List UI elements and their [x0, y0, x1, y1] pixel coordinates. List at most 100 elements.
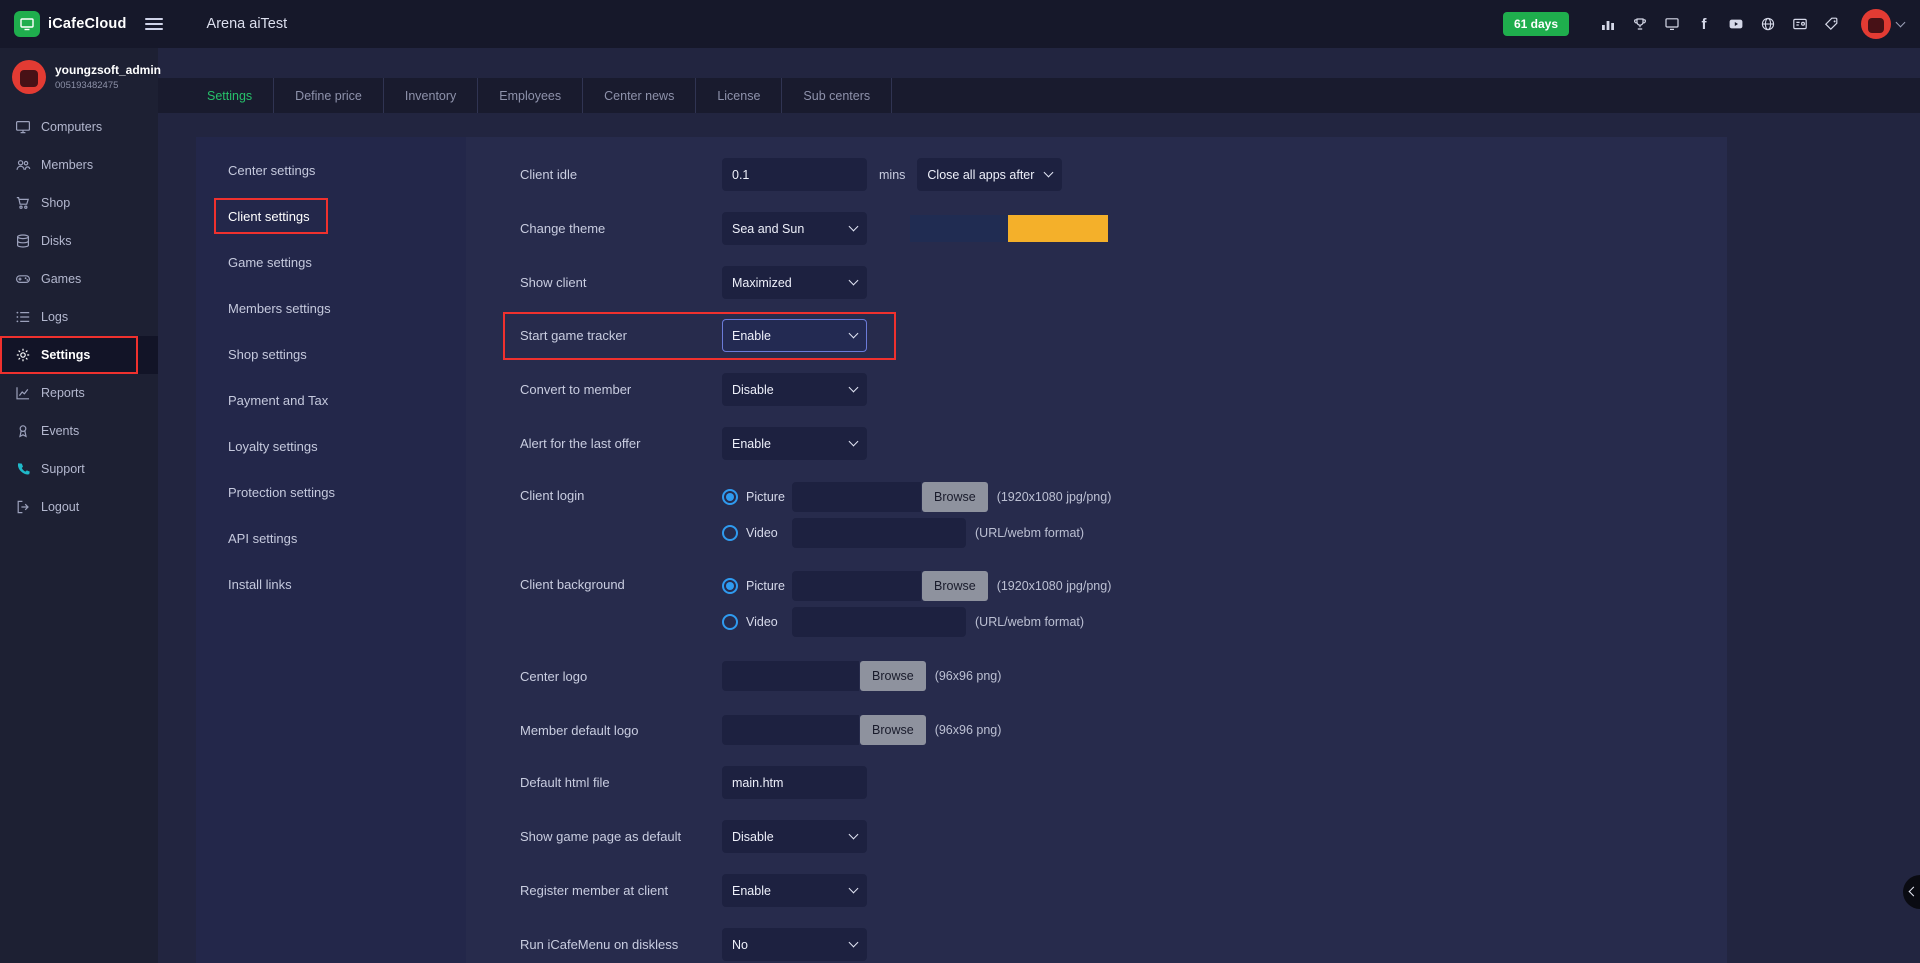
settings-content: Center settings Client settings Game set… — [196, 137, 1727, 963]
unit-label: mins — [879, 168, 905, 182]
user-name: youngzsoft_admin — [55, 63, 161, 77]
tab-license[interactable]: License — [696, 78, 782, 113]
browse-button[interactable]: Browse — [922, 571, 988, 601]
submenu-shop-settings[interactable]: Shop settings — [196, 331, 466, 377]
client-background-video-radio[interactable] — [722, 614, 738, 630]
field-label: Change theme — [520, 221, 722, 236]
submenu-protection-settings[interactable]: Protection settings — [196, 469, 466, 515]
client-idle-input[interactable] — [722, 158, 867, 191]
start-game-tracker-select[interactable]: Enable — [722, 319, 867, 352]
sidebar-item-settings[interactable]: Settings — [0, 336, 158, 374]
youtube-icon[interactable] — [1727, 15, 1745, 33]
show-game-page-select[interactable]: Disable — [722, 820, 867, 853]
tab-center-news[interactable]: Center news — [583, 78, 696, 113]
sidebar-item-computers[interactable]: Computers — [0, 108, 158, 146]
sidebar-item-logs[interactable]: Logs — [0, 298, 158, 336]
client-login-row: Client login Picture Browse (1920x1080 j… — [520, 479, 1111, 551]
sidebar-item-label: Computers — [41, 120, 102, 134]
sidebar-item-label: Logout — [41, 500, 79, 514]
field-label: Default html file — [520, 775, 722, 790]
sidebar-user-block[interactable]: youngzsoft_admin 005193482475 — [0, 60, 158, 94]
tab-sub-centers[interactable]: Sub centers — [782, 78, 892, 113]
radio-label: Video — [746, 526, 792, 540]
default-html-file-input[interactable] — [722, 766, 867, 799]
center-title: Arena aiTest — [207, 16, 288, 32]
format-hint: (96x96 png) — [935, 669, 1002, 683]
member-default-logo-input[interactable] — [722, 715, 859, 745]
sidebar-item-games[interactable]: Games — [0, 260, 158, 298]
field-label: Client idle — [520, 167, 722, 182]
alert-last-offer-row: Alert for the last offer Enable — [520, 427, 867, 460]
show-client-select[interactable]: Maximized — [722, 266, 867, 299]
client-background-row: Client background Picture Browse (1920x1… — [520, 568, 1111, 640]
submenu-loyalty-settings[interactable]: Loyalty settings — [196, 423, 466, 469]
client-idle-policy-select[interactable]: Close all apps after ch — [917, 158, 1062, 191]
sidebar-item-logout[interactable]: Logout — [0, 488, 158, 526]
client-login-video-input[interactable] — [792, 518, 966, 548]
submenu-game-settings[interactable]: Game settings — [196, 239, 466, 285]
client-background-picture-input[interactable] — [792, 571, 921, 601]
client-background-video-input[interactable] — [792, 607, 966, 637]
client-settings-form: Client idle mins Close all apps after ch… — [466, 137, 1727, 963]
gear-icon — [14, 347, 31, 363]
run-icafemenu-row: Run iCafeMenu on diskless No — [520, 928, 867, 961]
logo-text: iCafeCloud — [48, 16, 127, 32]
trophy-icon[interactable] — [1631, 15, 1649, 33]
sidebar-item-disks[interactable]: Disks — [0, 222, 158, 260]
field-label: Show client — [520, 275, 722, 290]
run-icafemenu-select[interactable]: No — [722, 928, 867, 961]
client-login-picture-radio[interactable] — [722, 489, 738, 505]
client-idle-row: Client idle mins Close all apps after ch — [520, 158, 1062, 191]
submenu-center-settings[interactable]: Center settings — [196, 147, 466, 193]
client-background-picture-radio[interactable] — [722, 578, 738, 594]
tab-define-price[interactable]: Define price — [274, 78, 384, 113]
sidebar-item-members[interactable]: Members — [0, 146, 158, 184]
center-logo-row: Center logo Browse (96x96 png) — [520, 661, 1001, 691]
tab-employees[interactable]: Employees — [478, 78, 583, 113]
people-icon — [14, 157, 31, 173]
tab-inventory[interactable]: Inventory — [384, 78, 478, 113]
submenu-members-settings[interactable]: Members settings — [196, 285, 466, 331]
start-game-tracker-row: Start game tracker Enable — [520, 319, 867, 352]
kiosk-monitor-icon[interactable] — [1663, 15, 1681, 33]
client-login-picture-input[interactable] — [792, 482, 921, 512]
hamburger-menu-icon[interactable] — [145, 18, 163, 30]
browse-button[interactable]: Browse — [860, 715, 926, 745]
client-login-video-radio[interactable] — [722, 525, 738, 541]
submenu-client-settings[interactable]: Client settings — [196, 193, 466, 239]
radio-label: Picture — [746, 490, 792, 504]
field-label: Alert for the last offer — [520, 436, 722, 451]
browse-button[interactable]: Browse — [860, 661, 926, 691]
gamepad-icon — [14, 271, 31, 287]
sidebar-item-events[interactable]: Events — [0, 412, 158, 450]
facebook-icon[interactable]: f — [1695, 15, 1713, 33]
submenu-api-settings[interactable]: API settings — [196, 515, 466, 561]
sidebar-item-label: Shop — [41, 196, 70, 210]
language-card-icon[interactable] — [1791, 15, 1809, 33]
collapse-handle[interactable] — [1903, 875, 1920, 909]
app-logo[interactable]: iCafeCloud — [0, 11, 127, 37]
alert-last-offer-select[interactable]: Enable — [722, 427, 867, 460]
license-days-badge[interactable]: 61 days — [1503, 12, 1569, 36]
monitor-icon — [14, 119, 31, 135]
register-member-row: Register member at client Enable — [520, 874, 867, 907]
sidebar-item-support[interactable]: Support — [0, 450, 158, 488]
submenu-install-links[interactable]: Install links — [196, 561, 466, 607]
field-label: Convert to member — [520, 382, 722, 397]
submenu-payment-tax[interactable]: Payment and Tax — [196, 377, 466, 423]
tab-settings[interactable]: Settings — [186, 78, 274, 113]
account-menu[interactable] — [1861, 9, 1904, 39]
stats-icon[interactable] — [1599, 15, 1617, 33]
sidebar-item-reports[interactable]: Reports — [0, 374, 158, 412]
field-label: Register member at client — [520, 883, 722, 898]
price-tags-icon[interactable] — [1823, 15, 1841, 33]
center-logo-input[interactable] — [722, 661, 859, 691]
convert-to-member-select[interactable]: Disable — [722, 373, 867, 406]
topbar-actions: 61 days f — [1503, 9, 1920, 39]
browse-button[interactable]: Browse — [922, 482, 988, 512]
register-member-select[interactable]: Enable — [722, 874, 867, 907]
sidebar: youngzsoft_admin 005193482475 Computers … — [0, 48, 158, 963]
globe-icon[interactable] — [1759, 15, 1777, 33]
change-theme-select[interactable]: Sea and Sun — [722, 212, 867, 245]
sidebar-item-shop[interactable]: Shop — [0, 184, 158, 222]
